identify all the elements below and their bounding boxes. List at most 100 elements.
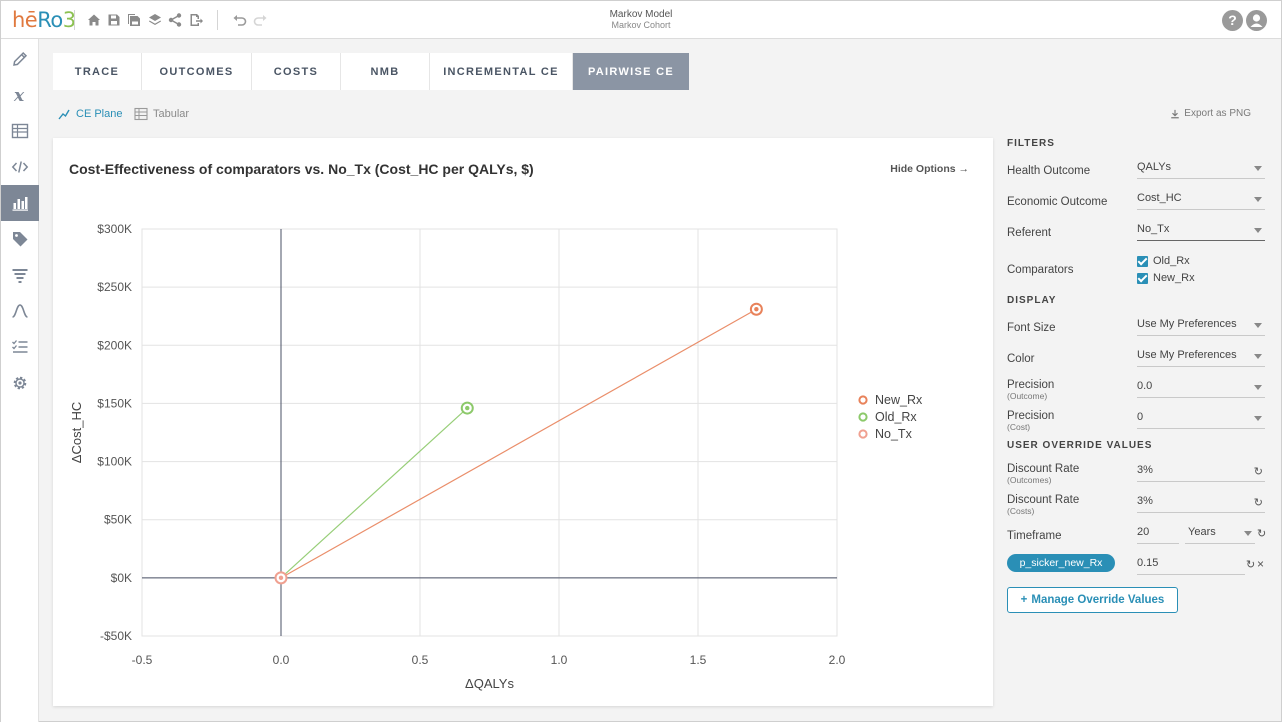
user-avatar-icon[interactable] bbox=[1246, 10, 1267, 31]
referent-select[interactable]: No_Tx bbox=[1137, 221, 1265, 241]
layers-icon[interactable] bbox=[147, 12, 163, 28]
view-tabular[interactable]: Tabular bbox=[134, 107, 189, 121]
x-axis-label: ΔQALYs bbox=[465, 676, 514, 691]
hide-options-label: Hide Options bbox=[890, 163, 956, 175]
discount-costs-input[interactable]: 3% ↻ bbox=[1137, 493, 1265, 513]
table-icon bbox=[11, 123, 29, 139]
chevron-down-icon bbox=[1254, 228, 1262, 233]
economic-outcome-value: Cost_HC bbox=[1137, 192, 1182, 204]
x-tick-label: -0.5 bbox=[132, 653, 153, 667]
checklist-icon bbox=[12, 340, 28, 353]
data-point-center bbox=[754, 307, 759, 312]
y-tick-label: $200K bbox=[97, 338, 132, 352]
tab-nmb[interactable]: NMB bbox=[341, 53, 430, 90]
precision-outcome-label: Precision (Outcome) bbox=[1007, 379, 1055, 401]
tab-pairwise-ce[interactable]: PAIRWISE CE bbox=[573, 53, 689, 90]
chart-card: -0.5 0.0 0.5 1.0 1.5 2.0 -$50K $0K $50K $100K $150… bbox=[53, 138, 993, 706]
x-tick-label: 1.0 bbox=[551, 653, 568, 667]
precision-outcome-value: 0.0 bbox=[1137, 380, 1153, 392]
font-size-select[interactable]: Use My Preferences bbox=[1137, 316, 1265, 336]
sidebar-item-code[interactable] bbox=[1, 149, 39, 185]
help-icon[interactable]: ? bbox=[1222, 10, 1243, 31]
ce-plane-chart[interactable]: -0.5 0.0 0.5 1.0 1.5 2.0 -$50K $0K $50K $100K $150… bbox=[53, 138, 993, 706]
legend-item: New_Rx bbox=[875, 393, 923, 407]
sidebar-item-tables[interactable] bbox=[1, 113, 39, 149]
precision-cost-select[interactable]: 0 bbox=[1137, 409, 1265, 429]
toolbar-divider bbox=[74, 10, 75, 30]
tab-outcomes[interactable]: OUTCOMES bbox=[142, 53, 252, 90]
undo-icon[interactable] bbox=[232, 12, 248, 28]
timeframe-input[interactable]: 20 bbox=[1137, 524, 1179, 544]
view-tabular-label: Tabular bbox=[153, 108, 190, 120]
comparators-label: Comparators bbox=[1007, 264, 1074, 276]
remove-icon[interactable]: × bbox=[1257, 557, 1264, 571]
data-point-center bbox=[278, 575, 284, 581]
y-tick-label: $100K bbox=[97, 455, 132, 469]
sidebar-item-tags[interactable] bbox=[1, 221, 39, 257]
share-icon[interactable] bbox=[167, 12, 183, 28]
tab-trace[interactable]: TRACE bbox=[53, 53, 142, 90]
timeframe-unit-select[interactable]: Years bbox=[1185, 524, 1255, 544]
sidebar-item-results[interactable] bbox=[1, 185, 39, 221]
redo-icon[interactable] bbox=[252, 12, 268, 28]
color-select[interactable]: Use My Preferences bbox=[1137, 347, 1265, 367]
chevron-down-icon bbox=[1254, 323, 1262, 328]
save-as-icon[interactable] bbox=[126, 12, 142, 28]
arrow-right-icon: → bbox=[958, 163, 970, 175]
x-tick-label: 0.0 bbox=[273, 653, 290, 667]
table-icon bbox=[134, 107, 148, 121]
tab-incremental-ce[interactable]: INCREMENTAL CE bbox=[430, 53, 573, 90]
override-param-value: 0.15 bbox=[1137, 557, 1159, 569]
override-param-input[interactable]: 0.15 bbox=[1137, 555, 1245, 575]
comparator-label: Old_Rx bbox=[1153, 255, 1190, 267]
y-tick-label: $0K bbox=[111, 571, 132, 585]
legend-marker bbox=[858, 395, 868, 405]
legend-item: Old_Rx bbox=[875, 410, 917, 424]
y-tick-label: -$50K bbox=[100, 629, 132, 643]
view-ce-plane[interactable]: CE Plane bbox=[57, 107, 122, 121]
model-name: Markov Model bbox=[609, 9, 673, 20]
export-icon[interactable] bbox=[188, 12, 204, 28]
sidebar-item-checklist[interactable] bbox=[1, 329, 39, 365]
toolbar-divider bbox=[217, 10, 218, 30]
view-ce-plane-label: CE Plane bbox=[76, 108, 123, 120]
home-icon[interactable] bbox=[86, 12, 102, 28]
sidebar-item-filters[interactable] bbox=[1, 257, 39, 293]
plot-area bbox=[141, 228, 838, 637]
checkbox-checked-icon bbox=[1137, 255, 1148, 267]
app-logo[interactable]: hēRo3 bbox=[12, 8, 76, 32]
hide-options-button[interactable]: Hide Options → bbox=[890, 163, 969, 175]
tab-costs[interactable]: COSTS bbox=[252, 53, 341, 90]
model-title: Markov Model Markov Cohort bbox=[541, 9, 741, 31]
sidebar-item-distributions[interactable] bbox=[1, 293, 39, 329]
reset-icon[interactable]: ↻ bbox=[1254, 496, 1263, 509]
sidebar-item-variables[interactable]: x bbox=[1, 77, 39, 113]
save-icon[interactable] bbox=[106, 12, 122, 28]
economic-outcome-select[interactable]: Cost_HC bbox=[1137, 190, 1265, 210]
comparator-checkbox-new-rx[interactable]: New_Rx bbox=[1137, 272, 1195, 284]
chevron-down-icon bbox=[1254, 166, 1262, 171]
sidebar-item-editor[interactable] bbox=[1, 41, 39, 77]
timeframe-unit-value: Years bbox=[1188, 526, 1216, 538]
tag-icon bbox=[13, 232, 28, 247]
sidebar-item-settings[interactable] bbox=[1, 365, 39, 401]
health-outcome-select[interactable]: QALYs bbox=[1137, 159, 1265, 179]
precision-outcome-select[interactable]: 0.0 bbox=[1137, 378, 1265, 398]
comparator-checkbox-old-rx[interactable]: Old_Rx bbox=[1137, 255, 1190, 267]
user-override-header: USER OVERRIDE VALUES bbox=[1007, 440, 1153, 451]
display-header: DISPLAY bbox=[1007, 295, 1057, 306]
font-size-value: Use My Preferences bbox=[1137, 318, 1237, 330]
top-bar: hēRo3 Markov Model Markov Cohort ? bbox=[1, 1, 1281, 39]
discount-outcomes-input[interactable]: 3% ↻ bbox=[1137, 462, 1265, 482]
manage-override-values-button[interactable]: + Manage Override Values bbox=[1007, 587, 1178, 613]
variable-x-icon: x bbox=[13, 86, 25, 104]
reset-icon[interactable]: ↻ bbox=[1257, 527, 1267, 540]
export-png-button[interactable]: Export as PNG bbox=[1170, 108, 1251, 119]
series-line bbox=[280, 407, 468, 579]
pencil-icon bbox=[13, 51, 28, 66]
referent-value: No_Tx bbox=[1137, 223, 1170, 235]
filter-icon bbox=[12, 269, 28, 283]
reset-icon[interactable]: ↻ bbox=[1254, 465, 1263, 478]
override-param-chip[interactable]: p_sicker_new_Rx bbox=[1007, 554, 1115, 572]
chevron-down-icon bbox=[1254, 385, 1262, 390]
